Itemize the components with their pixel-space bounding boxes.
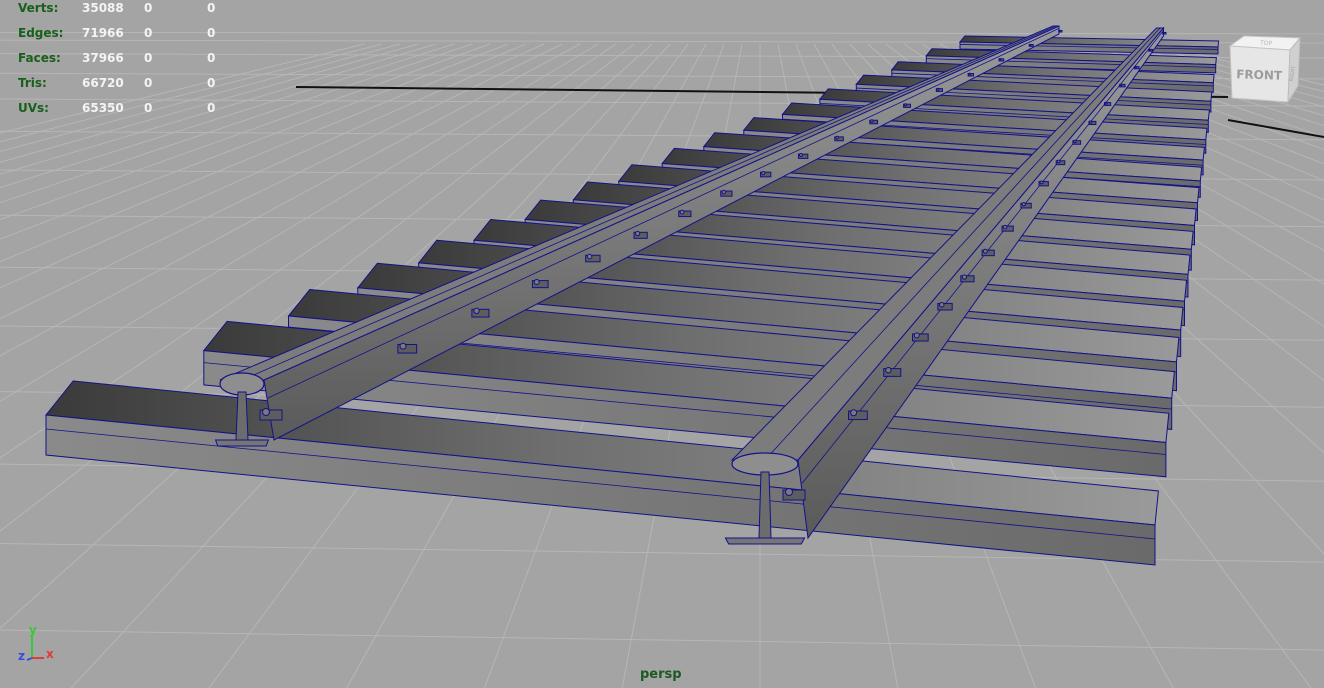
rail-clip-bolt: [586, 253, 593, 260]
rail-web: [235, 391, 249, 441]
rail-clip-bolt: [1089, 120, 1093, 124]
hud-value: 0: [207, 101, 216, 115]
rail-clip-bolt: [1104, 101, 1108, 105]
rail-clip-bolt: [1073, 139, 1077, 144]
hud-value: 0: [207, 1, 216, 15]
rail-clip-bolt: [1021, 202, 1026, 207]
rail-clip-bolt: [473, 307, 480, 315]
rail-web: [758, 471, 772, 539]
hud-label: UVs:: [18, 101, 49, 115]
hud-value: 0: [207, 76, 216, 90]
rail-clip-bolt: [262, 408, 270, 416]
rail-clip-bolt: [761, 170, 766, 176]
rail-clip-bolt: [903, 103, 908, 107]
rail-clip-bolt: [850, 409, 858, 417]
rail-clip-bolt: [999, 58, 1002, 61]
rail-clip-bolt: [785, 488, 793, 496]
hud-value: 0: [144, 51, 153, 65]
hud-value: 71966: [82, 26, 124, 40]
rail-clip-bolt: [835, 135, 839, 140]
rail-clip-bolt: [936, 87, 940, 91]
rail-clip-bolt: [1058, 29, 1061, 32]
camera-name-label: persp: [640, 667, 682, 682]
hud-value: 0: [144, 101, 153, 115]
rail-clip-bolt: [533, 278, 540, 285]
rail-clip-bolt: [721, 189, 727, 195]
rail-clip-bolt: [968, 72, 971, 76]
rail-clip-bolt: [961, 274, 968, 280]
hud-value: 0: [144, 1, 153, 15]
x-axis-label: x: [46, 647, 54, 661]
rail-clip-bolt: [885, 366, 892, 374]
hud-value: 37966: [82, 51, 124, 65]
hud-label: Tris:: [18, 76, 47, 90]
rail-clip-bolt: [799, 153, 803, 158]
y-axis-label: y: [29, 623, 37, 637]
z-axis-line: [26, 657, 33, 661]
rail-clip-bolt: [1148, 48, 1151, 51]
hud-value: 0: [144, 76, 153, 90]
rail-clip-bolt: [913, 332, 920, 339]
grid-line: [0, 629, 1324, 651]
rail-clip-bolt: [938, 301, 945, 308]
hud-label: Verts:: [18, 1, 59, 15]
rail-clip-bolt: [982, 248, 988, 254]
hud-value: 0: [207, 26, 216, 40]
rail-clip-bolt: [1029, 43, 1032, 46]
rail-clip-bolt: [1056, 159, 1061, 164]
hud-value: 65350: [82, 101, 124, 115]
view-cube-front-label: FRONT: [1236, 67, 1283, 83]
rail-clip-bolt: [399, 342, 407, 350]
rail-clip-bolt: [1134, 65, 1137, 69]
rail-clip-bolt: [1002, 224, 1008, 230]
rail-clip-bolt: [1162, 31, 1165, 34]
axis-gizmo: y x z: [18, 623, 54, 663]
hud-value: 66720: [82, 76, 124, 90]
railroad-ties: [45, 35, 1220, 566]
rail-clip-bolt: [679, 209, 685, 215]
rail-clip-bolt: [1039, 180, 1044, 185]
hud-value: 0: [207, 51, 216, 65]
hud-label: Faces:: [18, 51, 61, 65]
hud-value: 35088: [82, 1, 124, 15]
perspective-viewport[interactable]: Verts: 35088 0 0 Edges: 71966 0 0 Faces:…: [0, 0, 1324, 688]
hud-label: Edges:: [18, 26, 64, 40]
view-cube-top-label: TOP: [1259, 40, 1273, 48]
hud-value: 0: [144, 26, 153, 40]
rail-clip-bolt: [635, 230, 641, 237]
rail-clip-bolt: [870, 119, 874, 123]
rail-clip-bolt: [1119, 83, 1123, 87]
view-cube[interactable]: TOP FRONT RIGHT: [1228, 34, 1302, 104]
grid-line: [0, 31, 1324, 35]
scene-canvas[interactable]: [0, 0, 1324, 688]
rail-foot: [724, 537, 806, 545]
rail-foot: [214, 439, 270, 447]
z-axis-label: z: [18, 649, 25, 663]
